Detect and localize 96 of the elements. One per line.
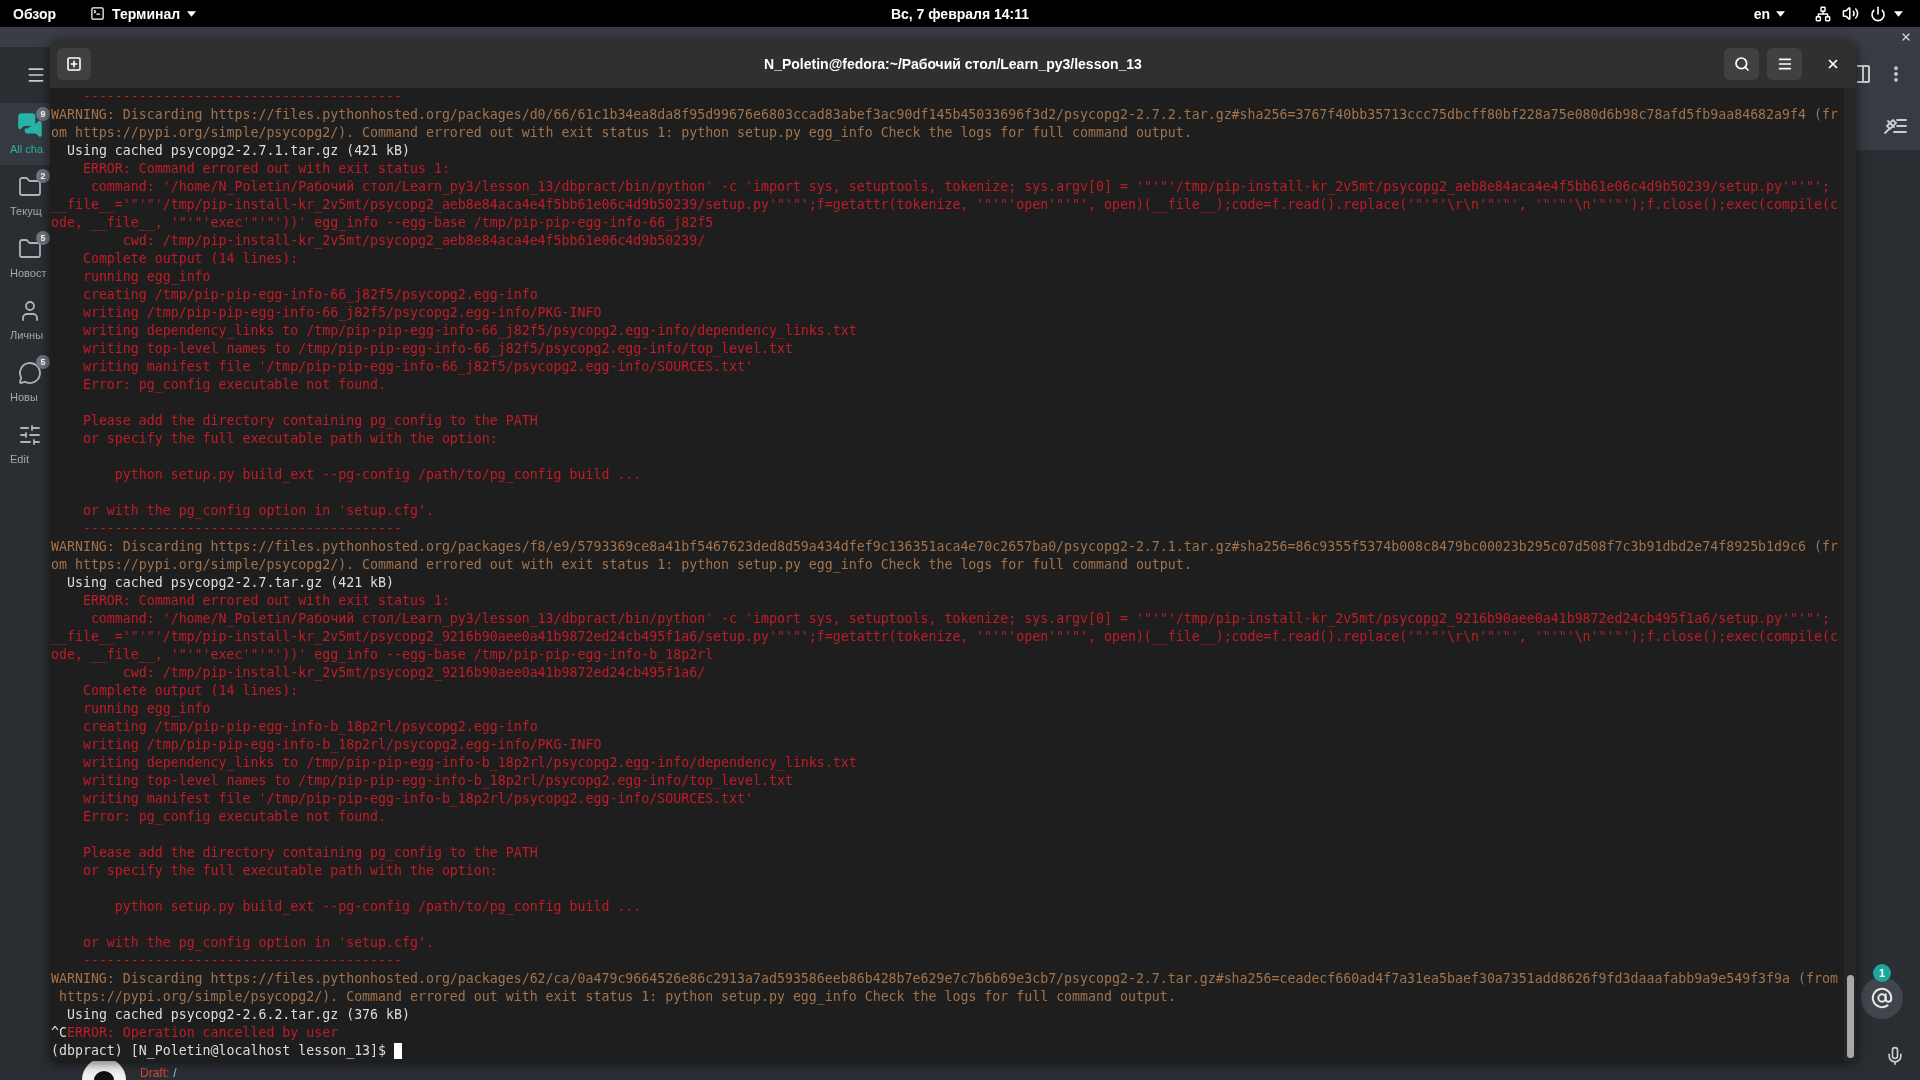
mentions-button[interactable]: [1861, 977, 1903, 1019]
warning-line: om https://pypi.org/simple/psycopg2/). Command errored out with exit status 1: python setup.py egg_info Check the logs for full command output.: [51, 556, 1192, 574]
error-line: ----------------------------------------: [82, 88, 402, 106]
sliders-icon: [18, 423, 42, 447]
caret-icon: [1894, 10, 1903, 17]
close-icon[interactable]: [1900, 31, 1912, 43]
sidebar-item[interactable]: 5 Новы: [0, 351, 50, 413]
close-icon: [1826, 57, 1840, 71]
chat-bubble-icon: [18, 361, 42, 385]
error-line: or with the pg_config option in 'setup.cfg'.: [82, 502, 434, 520]
error-line: Complete output (14 lines):: [82, 250, 299, 268]
error-line: writing dependency_links to /tmp/pip-pip-egg-info-66_j82f5/psycopg2.egg-info/dependency_links.txt: [82, 322, 857, 340]
error-line: cwd: /tmp/pip-install-kr_2v5mt/psycopg2_aeb8e84aca4e4f5bb61e06c4d9b50239/: [122, 232, 706, 250]
error-line: creating /tmp/pip-pip-egg-info-66_j82f5/psycopg2.egg-info: [82, 286, 538, 304]
error-line: Error: pg_config executable not found.: [82, 808, 387, 826]
sidebar-item[interactable]: Личны: [0, 289, 50, 351]
menu-button[interactable]: [1767, 48, 1802, 80]
network-icon: [1815, 5, 1831, 22]
volume-icon: [1842, 5, 1859, 22]
terminal-icon: [90, 6, 106, 21]
new-tab-button[interactable]: [57, 48, 91, 80]
keyboard-layout-button[interactable]: en: [1753, 3, 1785, 24]
error-line: Please add the directory containing pg_config to the PATH: [82, 844, 538, 862]
warning-line: om https://pypi.org/simple/psycopg2/). Command errored out with exit status 1: python setup.py egg_info Check the logs for full command output.: [51, 124, 1192, 142]
folder-icon: [18, 237, 42, 261]
menu-icon[interactable]: [26, 65, 46, 85]
search-button[interactable]: [1724, 48, 1759, 80]
error-line: Error: pg_config executable not found.: [82, 376, 387, 394]
error-line: ----------------------------------------: [82, 520, 402, 538]
error-line: writing manifest file '/tmp/pip-pip-egg-info-b_18p2rl/psycopg2.egg-info/SOURCES.txt': [82, 790, 753, 808]
error-line: command: '/home/N_Poletin/Рабочий стол/Learn_py3/lesson_13/dbpract/bin/python' -c 'import sys, setuptools, tokenize; sys.argv[0] = '"'"'/tmp/pip-install-kr_2v5mt/psycopg2_aeb8e84aca4e4f5bb61e06c4d9b50239/setup.py'"'"';: [90, 178, 1830, 196]
error-line: __file__='"'"'/tmp/pip-install-kr_2v5mt/psycopg2_9216b90aee0a41b9872ed24cb495f1a6/setup.py'"'"';f=getattr(tokenize, '"'"'open'"'"', open)(__file__);code=f.read().replace('"'"'\r\n'"'"', '"'"'\n'"'"');f.close();exec(compile(c: [51, 628, 1838, 646]
error-line: command: '/home/N_Poletin/Рабочий стол/Learn_py3/lesson_13/dbpract/bin/python' -c 'import sys, setuptools, tokenize; sys.argv[0] = '"'"'/tmp/pip-install-kr_2v5mt/psycopg2_9216b90aee0a41b9872ed24cb495f1a6/setup.py'"'"';: [90, 610, 1830, 628]
error-line: writing manifest file '/tmp/pip-pip-egg-info-66_j82f5/psycopg2.egg-info/SOURCES.txt': [82, 358, 753, 376]
error-line: writing /tmp/pip-pip-egg-info-b_18p2rl/psycopg2.egg-info/PKG-INFO: [82, 736, 602, 754]
error-line: Complete output (14 lines):: [82, 682, 299, 700]
warning-line: https://pypi.org/simple/psycopg2/). Command errored out with exit status 1: python setup.py egg_info Check the logs for full command output.: [59, 988, 1176, 1006]
sidebar-item[interactable]: 9 All cha: [0, 103, 50, 165]
error-line: writing dependency_links to /tmp/pip-pip-egg-info-b_18p2rl/psycopg2.egg-info/dependency_links.txt: [82, 754, 857, 772]
interrupt-text: ^C: [51, 1024, 67, 1042]
system-menu-button[interactable]: [1815, 5, 1903, 22]
warning-line: WARNING: Discarding https://files.pythonhosted.org/packages/d0/66/61c1b34ea8da8f95d99676e6803ccad83abef3ac90df145b45033696f3d2/psycopg2-2.7.2.tar.gz#sha256=3767f40bb35713ccc75dbcff80bf228a75e080d6b98c78afd5fb9aa84682a9f4 (fr: [51, 106, 1838, 124]
error-line: creating /tmp/pip-pip-egg-info-b_18p2rl/psycopg2.egg-info: [82, 718, 538, 736]
error-line: __file__='"'"'/tmp/pip-install-kr_2v5mt/psycopg2_aeb8e84aca4e4f5bb61e06c4d9b50239/setup.py'"'"';f=getattr(tokenize, '"'"'open'"'"', open)(__file__);code=f.read().replace('"'"'\r\n'"'"', '"'"'\n'"'"');f.close();exec(compile(c: [51, 196, 1838, 214]
caret-icon: [187, 10, 197, 17]
error-line: or specify the full executable path with the option:: [82, 862, 498, 880]
pinned-list-icon[interactable]: [1883, 116, 1907, 135]
window-title: N_Poletin@fedora:~/Рабочий стол/Learn_py3/lesson_13: [764, 54, 1142, 74]
at-sign-icon: [1871, 987, 1893, 1009]
scrollbar-thumb[interactable]: [1846, 975, 1854, 1058]
mentions-count-badge: 1: [1873, 964, 1891, 982]
unread-badge: 2: [36, 169, 50, 183]
error-line: ERROR: Command errored out with exit status 1:: [82, 160, 450, 178]
sidebar-item[interactable]: Edit: [0, 413, 50, 475]
cursor-icon: [394, 1043, 403, 1059]
output-line: Using cached psycopg2-2.7.tar.gz (421 kB): [66, 574, 395, 592]
power-icon: [1870, 5, 1886, 22]
sidebar-item[interactable]: 5 Новост: [0, 227, 50, 289]
menu-icon: [1776, 56, 1793, 72]
clock-button[interactable]: Вс, 7 февраля 14:11: [890, 3, 1030, 24]
error-line: or with the pg_config option in 'setup.cfg'.: [82, 934, 434, 952]
sidebar-item[interactable]: 2 Текущ: [0, 165, 50, 227]
output-line: Using cached psycopg2-2.6.2.tar.gz (376 kB): [66, 1006, 410, 1024]
chat-bubbles-icon: [17, 112, 43, 138]
draft-label: Draft:: [140, 1067, 170, 1080]
error-line: writing top-level names to /tmp/pip-pip-egg-info-66_j82f5/psycopg2.egg-info/top_level.txt: [82, 340, 793, 358]
command-prompt: (dbpract) [N_Poletin@localhost lesson_13]$: [51, 1042, 387, 1060]
microphone-icon[interactable]: [1885, 1044, 1905, 1068]
app-menu-button[interactable]: Терминал: [90, 3, 197, 24]
search-icon: [1733, 56, 1750, 72]
output-line: Using cached psycopg2-2.7.1.tar.gz (421 kB): [66, 142, 410, 160]
unread-badge: 5: [36, 355, 50, 369]
unread-badge: 9: [36, 107, 50, 121]
error-line: Please add the directory containing pg_config to the PATH: [82, 412, 538, 430]
error-line: running egg_info: [82, 700, 211, 718]
error-line: writing /tmp/pip-pip-egg-info-66_j82f5/psycopg2.egg-info/PKG-INFO: [82, 304, 602, 322]
warning-line: WARNING: Discarding https://files.pythonhosted.org/packages/f8/e9/5793369ce8a41bf5467623ded8d59a434dfef9c136351aca4e70c2657ba0/psycopg2-2.7.1.tar.gz#sha256=86c9355f5374b008c8479bc00023b295c07d508f7c3b91dbd2e74f8925b1d9c6 (fr: [51, 538, 1838, 556]
error-line: writing top-level names to /tmp/pip-pip-egg-info-b_18p2rl/psycopg2.egg-info/top_level.txt: [82, 772, 793, 790]
draft-text: /: [173, 1067, 177, 1080]
caret-icon: [1776, 10, 1785, 17]
error-line: ERROR: Command errored out with exit status 1:: [82, 592, 450, 610]
folder-icon: [18, 175, 42, 199]
error-line: or specify the full executable path with the option:: [82, 430, 498, 448]
error-line: cwd: /tmp/pip-install-kr_2v5mt/psycopg2_9216b90aee0a41b9872ed24cb495f1a6/: [122, 664, 706, 682]
new-tab-icon: [66, 56, 82, 72]
warning-line: WARNING: Discarding https://files.pythonhosted.org/packages/62/ca/0a479c9664526e86c2913a7ad593586eeb86b428b7e629e7c7b6b69e3cb7/psycopg2-2.7.tar.gz#sha256=ceadecf660ad4f7a31ea5baef30a7351add8626f9fd3daaafabb9a9e549f3f9a (from: [51, 970, 1838, 988]
error-line: ----------------------------------------: [82, 952, 402, 970]
error-line: ode, __file__, '"'"'exec'"'"'))' egg_info --egg-base /tmp/pip-pip-egg-info-66_j82f5: [51, 214, 714, 232]
activities-button[interactable]: Обзор: [13, 3, 57, 24]
error-line: running egg_info: [82, 268, 211, 286]
error-line: python setup.py build_ext --pg-config /path/to/pg_config build ...: [114, 898, 642, 916]
error-line: ERROR: Operation cancelled by user: [66, 1024, 339, 1042]
unread-badge: 5: [36, 231, 50, 245]
error-line: python setup.py build_ext --pg-config /path/to/pg_config build ...: [114, 466, 642, 484]
panel-icon[interactable]: [1857, 65, 1870, 83]
error-line: ode, __file__, '"'"'exec'"'"'))' egg_info --egg-base /tmp/pip-pip-egg-info-b_18p2rl: [51, 646, 714, 664]
